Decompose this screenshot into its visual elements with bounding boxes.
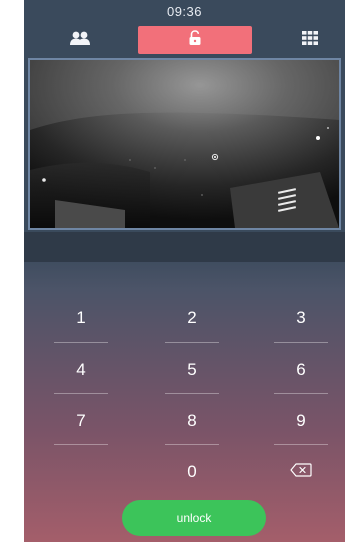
status-time: 09:36 (166, 4, 203, 19)
tab-grid[interactable] (290, 26, 330, 54)
key-1[interactable]: 1 (54, 300, 108, 336)
backspace-icon (290, 462, 312, 482)
key-2[interactable]: 2 (165, 300, 219, 336)
key-divider (54, 342, 108, 343)
call-info-bar (24, 232, 345, 262)
backspace-key[interactable] (274, 454, 328, 490)
key-divider (165, 342, 219, 343)
key-7[interactable]: 7 (54, 403, 108, 439)
top-tab-bar (24, 26, 345, 54)
key-divider (165, 444, 219, 445)
key-9[interactable]: 9 (274, 403, 328, 439)
tab-unlock[interactable] (138, 26, 252, 54)
key-6[interactable]: 6 (274, 352, 328, 388)
key-divider (274, 342, 328, 343)
key-0[interactable]: 0 (165, 454, 219, 490)
key-4[interactable]: 4 (54, 352, 108, 388)
unlock-icon (188, 29, 202, 51)
contacts-icon (69, 30, 91, 51)
key-divider (54, 393, 108, 394)
key-5[interactable]: 5 (165, 352, 219, 388)
key-divider (274, 444, 328, 445)
key-3[interactable]: 3 (274, 300, 328, 336)
key-divider (165, 393, 219, 394)
key-divider (274, 393, 328, 394)
unlock-button[interactable]: unlock (122, 500, 266, 536)
tab-contacts[interactable] (60, 26, 100, 54)
camera-image (30, 60, 339, 228)
camera-feed[interactable] (28, 58, 341, 230)
key-8[interactable]: 8 (165, 403, 219, 439)
intercom-screen: 09:36 1 2 3 4 5 6 7 8 9 0 unlock (24, 0, 345, 542)
key-divider (54, 444, 108, 445)
grid-icon (302, 30, 318, 50)
